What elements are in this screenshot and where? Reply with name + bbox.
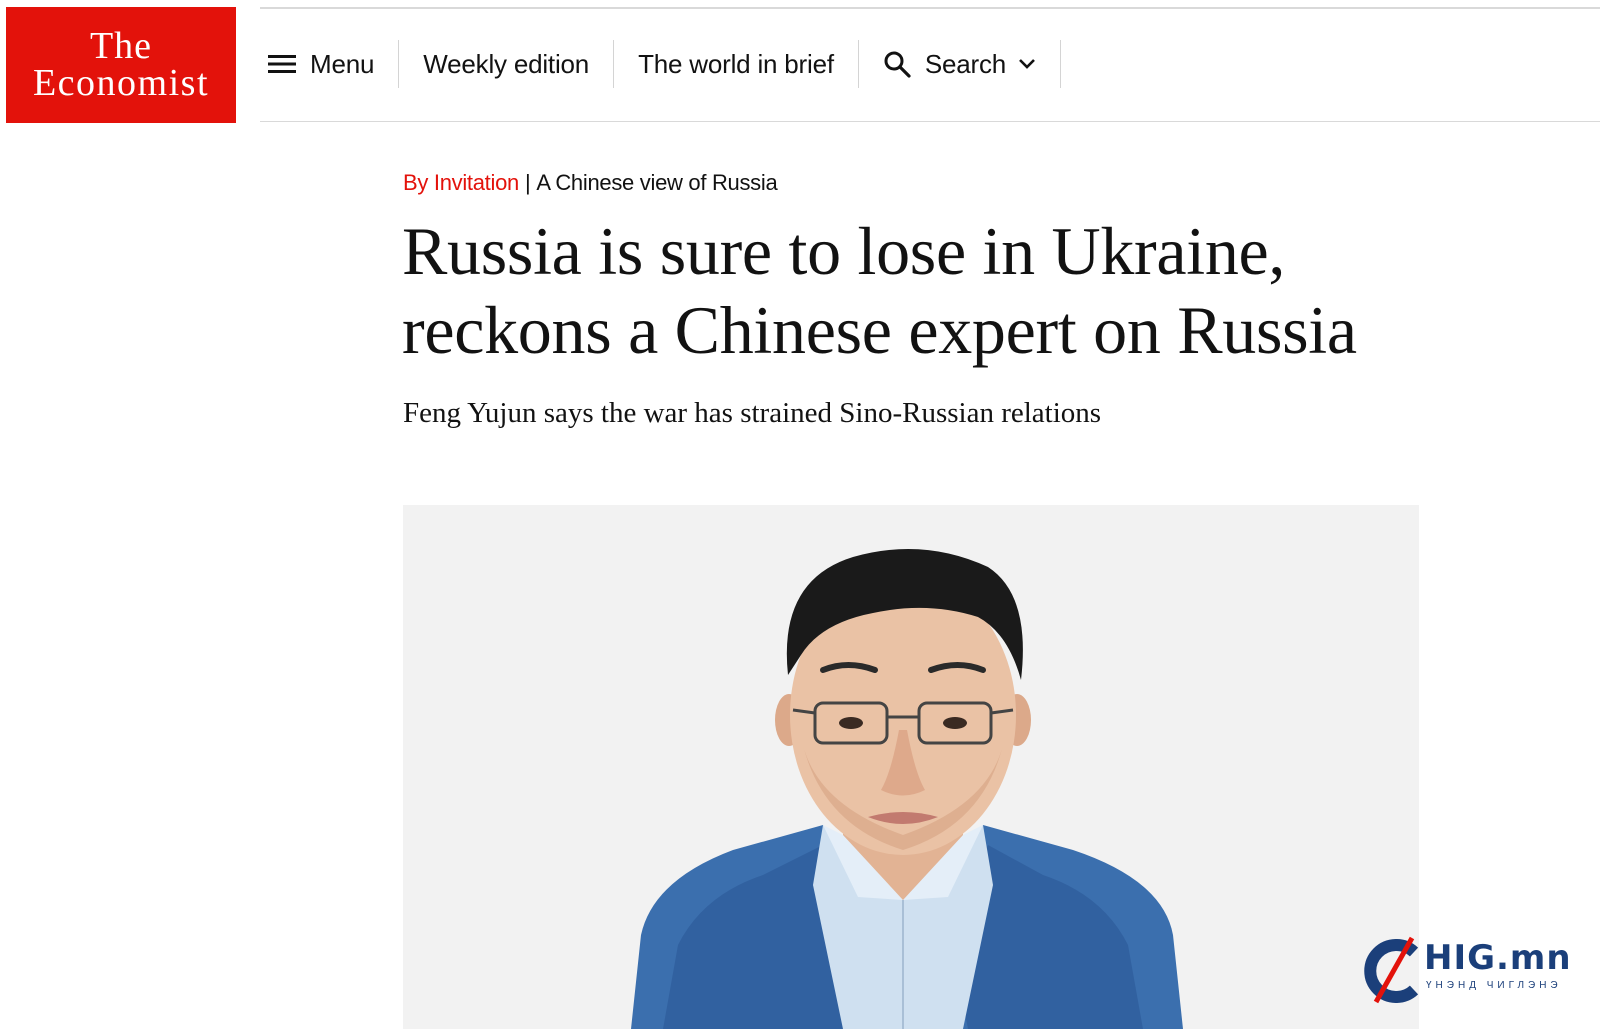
search-button[interactable]: Search bbox=[859, 40, 1062, 88]
menu-label: Menu bbox=[310, 48, 375, 79]
article-standfirst: Feng Yujun says the war has strained Sin… bbox=[403, 397, 1102, 429]
search-label: Search bbox=[924, 48, 1007, 79]
weekly-edition-link[interactable]: Weekly edition bbox=[399, 40, 615, 88]
watermark-text: HIG.mn bbox=[1424, 938, 1572, 978]
flytitle: A Chinese view of Russia bbox=[536, 170, 778, 195]
chevron-down-icon bbox=[1018, 58, 1036, 70]
economist-logo[interactable]: The Economist bbox=[6, 7, 236, 123]
logo-line-2: Economist bbox=[32, 62, 210, 104]
article-rubric: By Invitation | A Chinese view of Russia bbox=[403, 170, 778, 196]
top-divider bbox=[260, 7, 1600, 9]
nav-divider bbox=[260, 121, 1600, 122]
world-in-brief-link[interactable]: The world in brief bbox=[614, 40, 859, 88]
article-headline: Russia is sure to lose in Ukraine, recko… bbox=[402, 213, 1357, 368]
main-navigation: Menu Weekly edition The world in brief S… bbox=[260, 40, 1062, 88]
rubric-separator: | bbox=[524, 170, 531, 195]
search-icon bbox=[883, 50, 911, 78]
hero-illustration bbox=[403, 505, 1419, 1029]
menu-button[interactable]: Menu bbox=[260, 40, 400, 88]
watermark-logo-icon bbox=[1364, 936, 1419, 1004]
chig-watermark: HIG.mn ҮНЭНД ЧИГЛЭНЭ bbox=[1362, 928, 1582, 1012]
hamburger-icon bbox=[268, 53, 296, 75]
section-link[interactable]: By Invitation bbox=[403, 170, 519, 195]
weekly-edition-label: Weekly edition bbox=[423, 48, 590, 79]
logo-line-1: The bbox=[89, 25, 153, 67]
watermark-subtext: ҮНЭНД ЧИГЛЭНЭ bbox=[1426, 980, 1562, 991]
portrait-illustration bbox=[631, 549, 1183, 1029]
world-in-brief-label: The world in brief bbox=[638, 48, 834, 79]
